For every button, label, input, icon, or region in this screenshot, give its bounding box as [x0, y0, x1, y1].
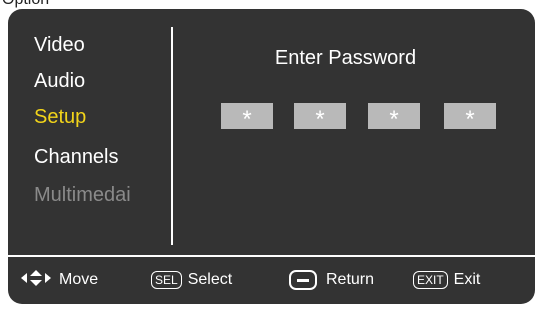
password-title: Enter Password — [274, 47, 417, 69]
dpad-arrows-icon — [19, 269, 53, 292]
return-key-icon — [289, 270, 317, 290]
password-digit-4[interactable]: * — [444, 103, 496, 133]
sel-key-icon: SEL — [151, 271, 182, 289]
menu-item-channels[interactable]: Channels — [34, 145, 119, 169]
footer-exit: EXIT Exit — [413, 265, 480, 295]
password-digit-3[interactable]: * — [368, 103, 420, 133]
footer-exit-label: Exit — [453, 271, 481, 288]
footer-return: Return — [289, 265, 374, 295]
footer-return-label: Return — [326, 271, 375, 288]
footer-move: Move — [19, 265, 98, 295]
menu-item-setup[interactable]: Setup — [34, 105, 86, 129]
cropped-title-fragment: Option — [2, 0, 49, 9]
password-digit-1[interactable]: * — [221, 103, 273, 133]
footer-divider — [8, 255, 535, 257]
footer-move-label: Move — [59, 271, 99, 288]
menu-item-multimedia: Multimedai — [34, 184, 131, 206]
exit-key-icon: EXIT — [413, 271, 448, 289]
menu-item-video[interactable]: Video — [34, 33, 85, 57]
osd-menu-panel: Video Audio Setup Channels Multimedai En… — [8, 9, 535, 304]
footer-select-label: Select — [187, 271, 233, 288]
menu-item-audio[interactable]: Audio — [34, 69, 85, 93]
password-digit-2[interactable]: * — [294, 103, 346, 133]
footer-select: SEL Select — [151, 265, 232, 295]
